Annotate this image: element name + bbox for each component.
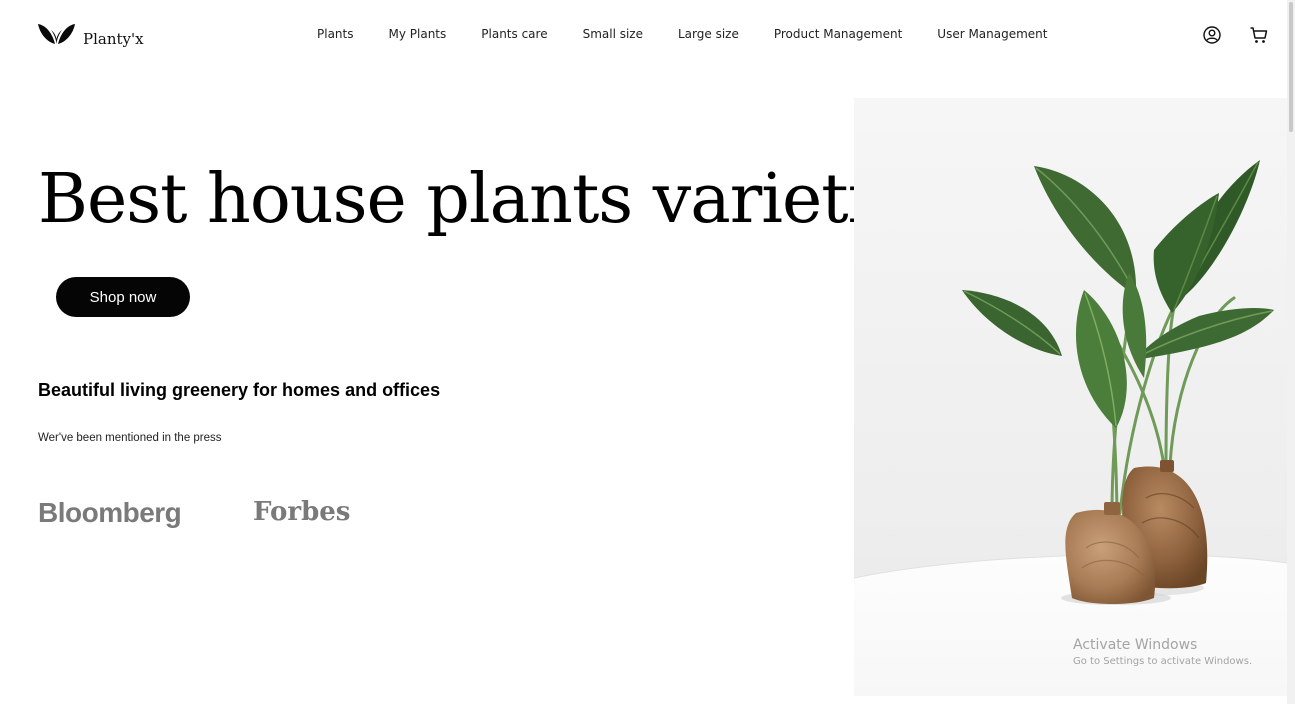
account-button[interactable] <box>1202 25 1222 45</box>
hero-title: Best house plants varieties. <box>38 160 963 239</box>
hero-image <box>854 98 1287 696</box>
nav-item-user-management[interactable]: User Management <box>937 27 1047 41</box>
scrollbar-thumb[interactable] <box>1289 2 1293 132</box>
hero-tagline: Beautiful living greenery for homes and … <box>38 380 441 400</box>
nav-item-plants[interactable]: Plants <box>317 27 354 41</box>
brand-logo[interactable]: Planty'x <box>37 22 144 48</box>
user-circle-icon <box>1203 26 1221 44</box>
nav-item-plants-care[interactable]: Plants care <box>481 27 547 41</box>
nav-item-my-plants[interactable]: My Plants <box>389 27 447 41</box>
brand-name: Planty'x <box>83 30 144 48</box>
potted-plants-illustration <box>854 98 1287 696</box>
main-nav: Plants My Plants Plants care Small size … <box>317 27 1048 41</box>
nav-item-product-management[interactable]: Product Management <box>774 27 902 41</box>
page-scrollbar[interactable] <box>1287 0 1295 704</box>
press-logo-bloomberg: Bloomberg <box>38 497 182 528</box>
shopping-cart-icon <box>1250 27 1268 43</box>
leaf-logo-icon <box>38 24 75 44</box>
press-logo-forbes: Forbes <box>253 497 351 527</box>
press-mentions-text: Wer've been mentioned in the press <box>38 432 222 444</box>
nav-item-large-size[interactable]: Large size <box>678 27 739 41</box>
nav-item-small-size[interactable]: Small size <box>583 27 643 41</box>
cart-button[interactable] <box>1249 25 1269 45</box>
shop-now-button[interactable]: Shop now <box>56 277 190 317</box>
